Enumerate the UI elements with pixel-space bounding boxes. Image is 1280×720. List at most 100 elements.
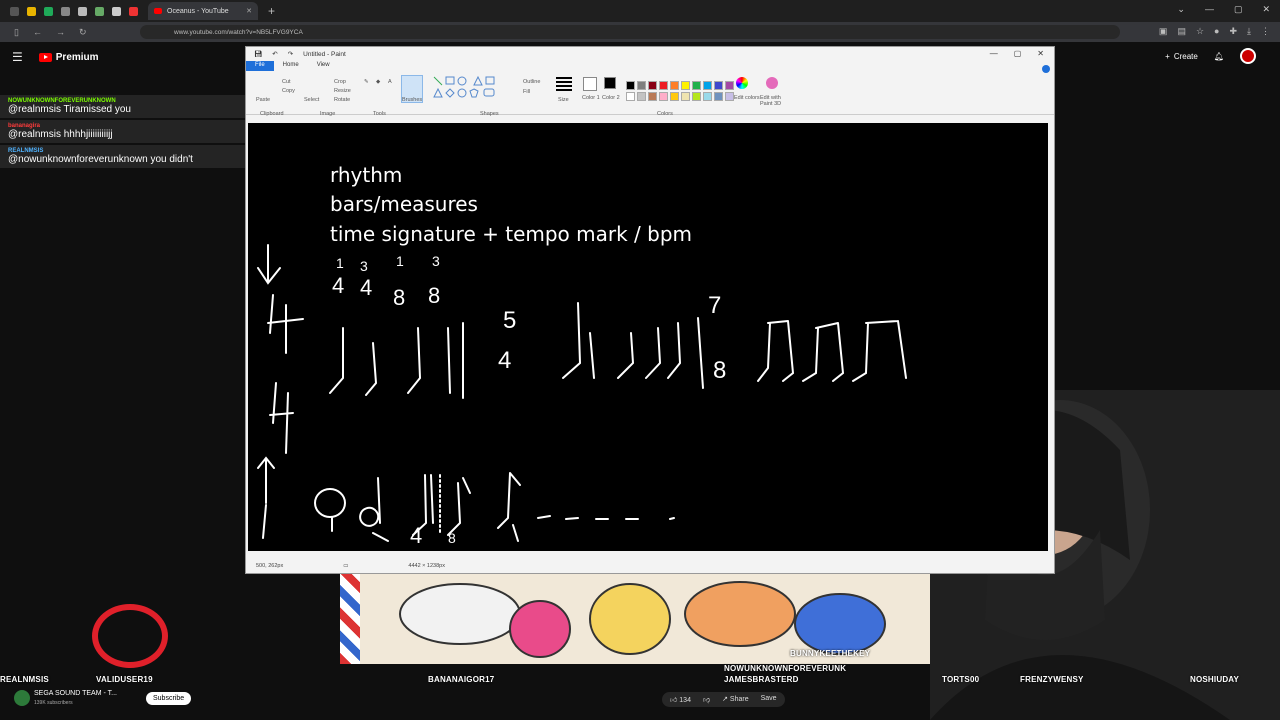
dislike-button[interactable]: 👎︎ xyxy=(703,695,710,704)
back-icon[interactable]: ← xyxy=(33,27,42,37)
bell-icon[interactable]: 🔔︎ xyxy=(1214,52,1224,61)
viewer-names-bar: REALNMSIS VALIDUSER19 BANANAIGOR17 NOWUN… xyxy=(0,649,1280,720)
palette-swatch[interactable] xyxy=(626,92,635,101)
close-icon[interactable]: ✕ xyxy=(1037,49,1044,58)
profile-icon[interactable]: ● xyxy=(1214,26,1219,37)
palette-swatch[interactable] xyxy=(703,81,712,90)
extension-icon[interactable]: ▣ xyxy=(1159,26,1168,37)
url-input[interactable]: www.youtube.com/watch?v=NB5LFVG9YCA xyxy=(140,25,1120,39)
pinned-tab-icon[interactable] xyxy=(129,6,138,16)
chevron-down-icon[interactable]: ⌄ xyxy=(1177,4,1185,15)
outline-dropdown[interactable]: Outline xyxy=(523,79,540,85)
copy-button[interactable]: Copy xyxy=(282,88,295,94)
palette-swatch[interactable] xyxy=(692,81,701,90)
palette-swatch[interactable] xyxy=(725,81,734,90)
size-label[interactable]: Size xyxy=(558,97,569,103)
save-icon[interactable]: 💾︎ xyxy=(254,50,262,58)
palette-swatch[interactable] xyxy=(714,92,723,101)
palette-swatch[interactable] xyxy=(670,81,679,90)
color2-swatch[interactable] xyxy=(604,77,616,89)
youtube-logo[interactable]: Premium xyxy=(38,52,99,63)
paint-menu-tabs: File Home View xyxy=(246,61,1054,71)
subscribe-button[interactable]: Subscribe xyxy=(146,692,192,705)
close-icon[interactable]: ✕ xyxy=(1262,4,1270,15)
palette-swatch[interactable] xyxy=(648,81,657,90)
palette-swatch[interactable] xyxy=(637,81,646,90)
edit-colors-label[interactable]: Edit colors xyxy=(734,95,760,101)
minimize-icon[interactable]: — xyxy=(1205,4,1214,15)
tab-youtube[interactable]: Oceanus - YouTube ✕ xyxy=(148,2,258,20)
palette-swatch[interactable] xyxy=(637,92,646,101)
save-button[interactable]: Save xyxy=(761,695,777,704)
pinned-tabs[interactable] xyxy=(0,6,138,16)
paste-button[interactable]: Paste xyxy=(256,97,270,103)
palette-swatch[interactable] xyxy=(626,81,635,90)
new-tab-button[interactable]: + xyxy=(268,4,275,18)
palette-swatch[interactable] xyxy=(703,92,712,101)
size-icon[interactable] xyxy=(556,77,572,91)
crop-button[interactable]: Crop xyxy=(334,79,346,85)
paint-window[interactable]: 💾︎ ↶ ↷ Untitled - Paint — ▢ ✕ File Home … xyxy=(245,46,1055,574)
color2-label[interactable]: Color 2 xyxy=(602,95,620,101)
extensions-puzzle-icon[interactable]: ✚ xyxy=(1229,26,1237,37)
menu-dots-icon[interactable]: ⋮ xyxy=(1261,26,1270,37)
redo-icon[interactable]: ↷ xyxy=(288,50,293,58)
fill-bucket-icon[interactable]: ◆ xyxy=(376,79,380,85)
pinned-tab-icon[interactable] xyxy=(95,6,104,16)
pinned-tab-icon[interactable] xyxy=(27,6,36,16)
pinned-tab-icon[interactable] xyxy=(61,6,70,16)
airmail-stripe xyxy=(340,574,360,664)
shapes-gallery[interactable] xyxy=(432,75,502,101)
share-button[interactable]: ↗ Share xyxy=(722,695,749,704)
svg-text:4: 4 xyxy=(498,347,511,374)
palette-swatch[interactable] xyxy=(681,92,690,101)
sidebar-icon[interactable]: ▯ xyxy=(14,27,19,38)
text-icon[interactable]: A xyxy=(388,79,392,85)
channel-avatar[interactable] xyxy=(14,690,30,706)
channel-name[interactable]: SEGA SOUND TEAM - T... xyxy=(34,690,117,697)
forward-icon[interactable]: → xyxy=(56,27,65,37)
tab-home[interactable]: Home xyxy=(274,61,308,71)
avatar[interactable] xyxy=(1240,48,1256,64)
palette-swatch[interactable] xyxy=(670,92,679,101)
palette-swatch[interactable] xyxy=(659,81,668,90)
close-tab-icon[interactable]: ✕ xyxy=(246,7,252,15)
create-button[interactable]: + Create xyxy=(1165,52,1198,61)
maximize-icon[interactable]: ▢ xyxy=(1014,49,1022,58)
paint3d-icon[interactable] xyxy=(766,77,778,89)
palette-swatch[interactable] xyxy=(681,81,690,90)
color1-swatch[interactable] xyxy=(583,77,597,91)
palette-swatch[interactable] xyxy=(714,81,723,90)
minimize-icon[interactable]: — xyxy=(990,49,998,58)
palette-swatch[interactable] xyxy=(659,92,668,101)
select-button[interactable]: Select xyxy=(304,97,319,103)
tab-file[interactable]: File xyxy=(246,61,274,71)
tab-view[interactable]: View xyxy=(308,61,339,71)
download-icon[interactable]: ⤓ xyxy=(1247,26,1251,37)
bookmark-star-icon[interactable]: ☆ xyxy=(1196,26,1204,37)
undo-icon[interactable]: ↶ xyxy=(272,50,277,58)
palette-swatch[interactable] xyxy=(648,92,657,101)
pinned-tab-icon[interactable] xyxy=(112,6,121,16)
cut-button[interactable]: Cut xyxy=(282,79,291,85)
resize-button[interactable]: Resize xyxy=(334,88,351,94)
maximize-icon[interactable]: ▢ xyxy=(1234,4,1243,15)
fill-dropdown[interactable]: Fill xyxy=(523,89,530,95)
color1-label[interactable]: Color 1 xyxy=(582,95,600,101)
pinned-tab-icon[interactable] xyxy=(10,6,19,16)
edit-colors-icon[interactable] xyxy=(736,77,748,89)
reload-icon[interactable]: ↻ xyxy=(79,27,87,38)
palette-swatch[interactable] xyxy=(692,92,701,101)
edit-paint3d-label[interactable]: Edit with Paint 3D xyxy=(760,95,790,107)
pencil-icon[interactable]: ✎ xyxy=(364,79,369,85)
pinned-tab-icon[interactable] xyxy=(78,6,87,16)
rotate-button[interactable]: Rotate xyxy=(334,97,350,103)
extension-icon[interactable]: ▤ xyxy=(1177,26,1186,37)
paint-canvas[interactable]: rhythm bars/measures time signature + te… xyxy=(248,123,1048,551)
save-label: Save xyxy=(760,695,777,702)
palette-swatch[interactable] xyxy=(725,92,734,101)
pinned-tab-icon[interactable] xyxy=(44,6,53,16)
menu-icon[interactable]: ☰ xyxy=(12,50,23,64)
help-icon[interactable] xyxy=(1042,65,1050,73)
like-button[interactable]: 👍︎ 134 xyxy=(670,695,691,704)
